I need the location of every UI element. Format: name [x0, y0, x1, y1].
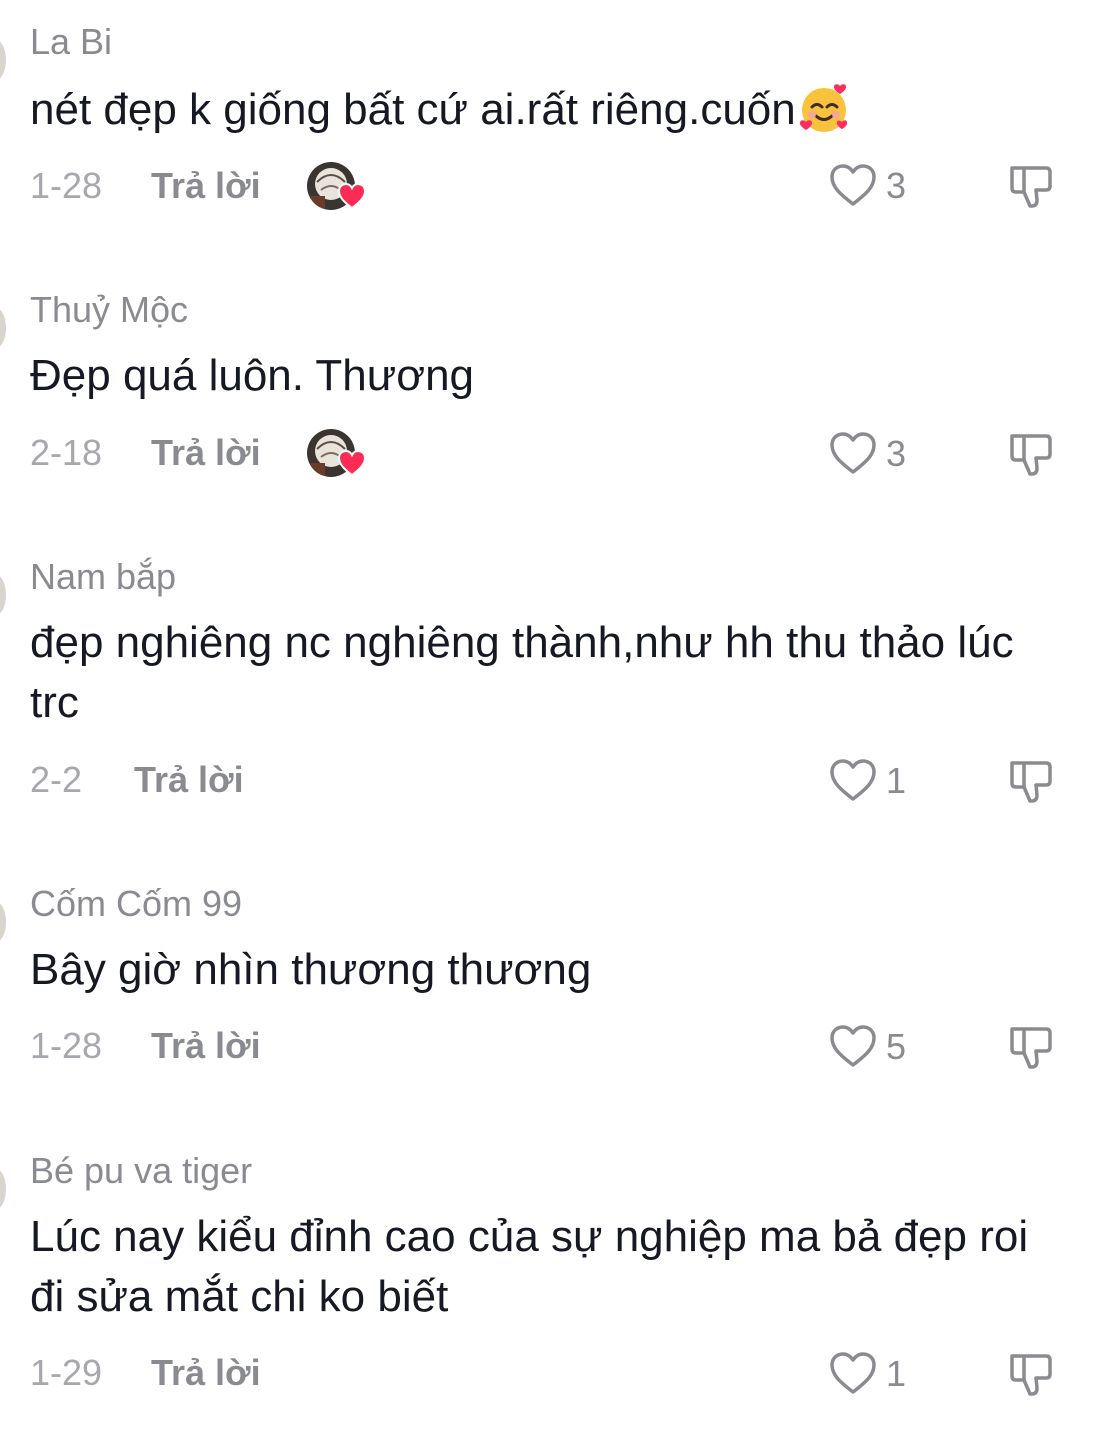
avatar[interactable] [0, 1169, 6, 1209]
comment-text: nét đẹp k giống bất cứ ai.rất riêng.cuốn [30, 80, 1060, 140]
like-count: 3 [886, 165, 907, 206]
avatar[interactable] [0, 902, 6, 942]
thumbs-down-icon[interactable] [1006, 162, 1056, 210]
comment-text: Đẹp quá luôn. Thương [30, 346, 1060, 406]
like-count: 3 [886, 433, 907, 474]
thumbs-down-icon[interactable] [1006, 430, 1056, 478]
comment-date: 1-29 [30, 1352, 103, 1393]
reply-button[interactable]: Trả lời [151, 1353, 261, 1393]
comment-username[interactable]: Bé pu va tiger [30, 1151, 252, 1191]
like-button[interactable]: 3 [828, 162, 918, 210]
comment-username[interactable]: La Bi [30, 22, 112, 62]
comment-date: 1-28 [30, 165, 103, 206]
comment-username[interactable]: Cốm Cốm 99 [30, 884, 242, 924]
avatar[interactable] [0, 575, 6, 615]
comment-date: 2-18 [30, 432, 103, 473]
comment-text-content: Bây giờ nhìn thương thương [30, 945, 592, 994]
thumbs-down-icon[interactable] [1006, 1350, 1056, 1398]
like-button[interactable]: 5 [828, 1023, 918, 1071]
like-count: 1 [886, 760, 907, 801]
like-button[interactable]: 1 [828, 757, 918, 805]
red-heart-icon [337, 182, 367, 210]
red-heart-icon [337, 449, 367, 477]
like-count: 1 [886, 1353, 907, 1394]
reply-button[interactable]: Trả lời [134, 760, 244, 800]
comment-text: Lúc nay kiểu đỉnh cao của sự nghiệp ma b… [30, 1207, 1060, 1327]
like-button[interactable]: 1 [828, 1350, 918, 1398]
heart-outline-icon [830, 1352, 876, 1394]
heart-outline-icon [830, 164, 876, 206]
comment-text: đẹp nghiêng nc nghiêng thành,như hh thu … [30, 613, 1060, 733]
like-button[interactable]: 3 [828, 430, 918, 478]
avatar[interactable] [0, 308, 6, 348]
thumbs-down-icon[interactable] [1006, 1023, 1056, 1071]
comment-text: Bây giờ nhìn thương thương [30, 940, 1060, 1000]
like-count: 5 [886, 1026, 907, 1067]
creator-liked-badge [307, 427, 367, 479]
smiling-face-with-hearts-icon [799, 84, 847, 132]
heart-outline-icon [830, 759, 876, 801]
avatar[interactable] [0, 40, 6, 80]
heart-outline-icon [830, 432, 876, 474]
thumbs-down-icon[interactable] [1006, 757, 1056, 805]
comment-text-content: Đẹp quá luôn. Thương [30, 351, 475, 400]
reply-button[interactable]: Trả lời [151, 1026, 261, 1066]
heart-outline-icon [830, 1025, 876, 1067]
reply-button[interactable]: Trả lời [151, 166, 261, 206]
reply-button[interactable]: Trả lời [151, 433, 261, 473]
comment-username[interactable]: Thuỷ Mộc [30, 290, 188, 330]
comment-date: 2-2 [30, 759, 83, 800]
comment-text-content: đẹp nghiêng nc nghiêng thành,như hh thu … [30, 618, 1014, 727]
comment-text-content: Lúc nay kiểu đỉnh cao của sự nghiệp ma b… [30, 1212, 1029, 1321]
comment-date: 1-28 [30, 1025, 103, 1066]
creator-liked-badge [307, 160, 367, 212]
comment-username[interactable]: Nam bắp [30, 557, 176, 597]
comment-text-content: nét đẹp k giống bất cứ ai.rất riêng.cuốn [30, 85, 796, 134]
